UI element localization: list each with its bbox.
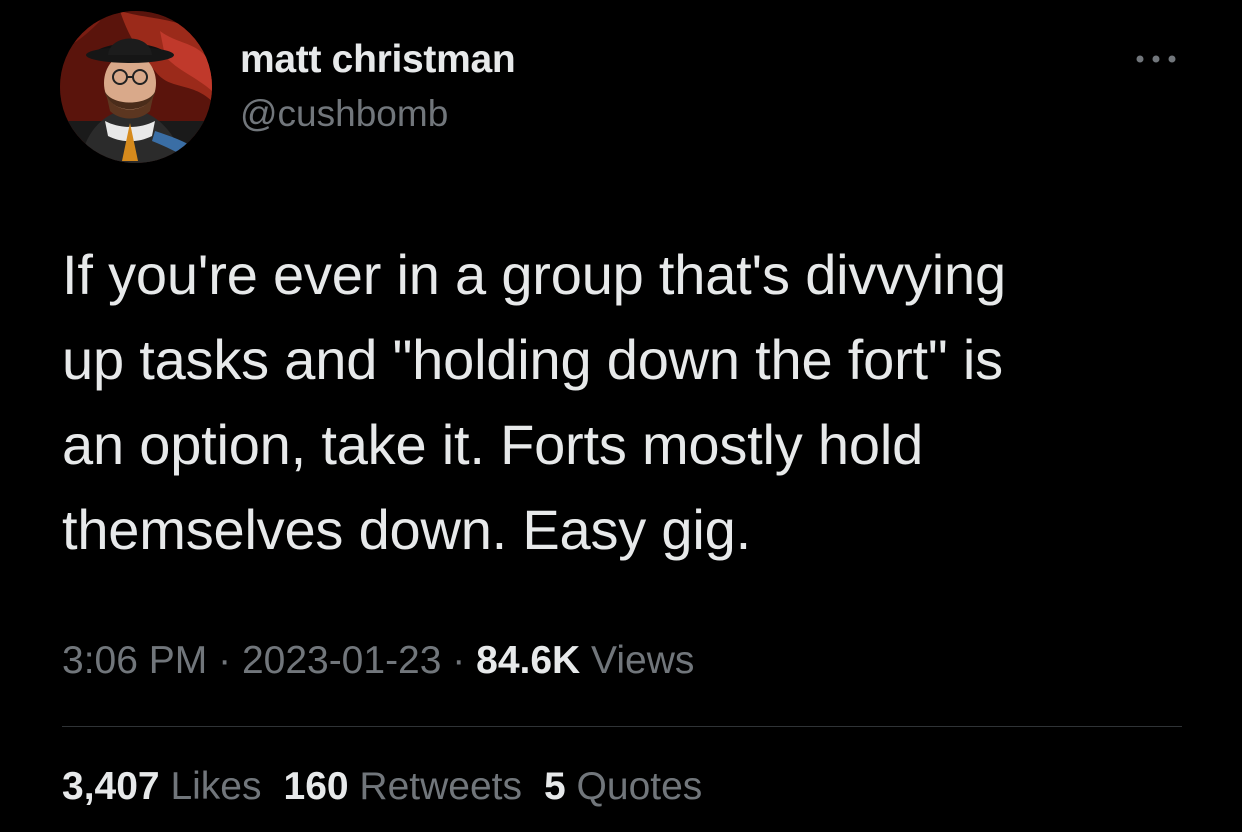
quotes-stat[interactable]: 5 Quotes (544, 765, 702, 808)
meta-separator: · (218, 639, 232, 682)
engagement-stats: 3,407 Likes 160 Retweets 5 Quotes (62, 765, 724, 809)
divider (62, 726, 1182, 727)
avatar[interactable] (60, 11, 212, 163)
quotes-label: Quotes (576, 765, 703, 808)
meta-separator: · (452, 639, 466, 682)
likes-stat[interactable]: 3,407 Likes (62, 765, 262, 808)
user-handle[interactable]: @cushbomb (240, 93, 448, 135)
retweets-stat[interactable]: 160 Retweets (284, 765, 523, 808)
more-horizontal-icon (1136, 55, 1176, 63)
display-name[interactable]: matt christman (240, 38, 516, 82)
tweet-meta: 3:06 PM · 2023-01-23 · 84.6K Views (62, 639, 694, 683)
views-label: Views (591, 639, 695, 682)
tweet-date[interactable]: 2023-01-23 (242, 639, 442, 682)
more-options-button[interactable] (1130, 44, 1182, 74)
quotes-count: 5 (544, 765, 566, 808)
retweets-label: Retweets (359, 765, 522, 808)
views-count: 84.6K (476, 639, 581, 682)
tweet-time[interactable]: 3:06 PM (62, 639, 207, 682)
tweet-text: If you're ever in a group that's divvyin… (62, 243, 1006, 561)
likes-label: Likes (170, 765, 262, 808)
likes-count: 3,407 (62, 765, 160, 808)
profile-photo (60, 11, 212, 163)
retweets-count: 160 (283, 765, 349, 808)
